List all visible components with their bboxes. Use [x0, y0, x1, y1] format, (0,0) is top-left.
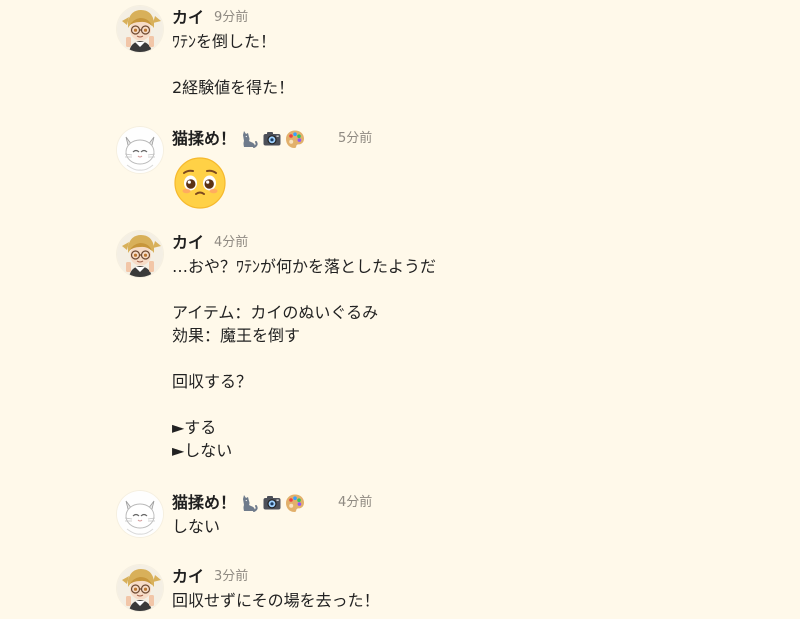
message-body: 猫揉め！ 4分前 しない: [172, 491, 757, 538]
timestamp: 4分前: [214, 235, 249, 250]
author-name[interactable]: 猫揉め！: [172, 491, 236, 515]
author-name[interactable]: カイ: [172, 565, 204, 589]
message-body: カイ 4分前 …おや？ﾜﾃﾝが何かを落としたようだ アイテム：カイのぬいぐるみ …: [172, 231, 757, 462]
timestamp: 4分前: [338, 495, 373, 510]
text-line: [172, 347, 757, 370]
message-meta: 猫揉め！ 5分前: [172, 127, 757, 151]
text-line: 効果：魔王を倒す: [172, 326, 301, 345]
author-name[interactable]: カイ: [172, 6, 204, 30]
avatar[interactable]: [117, 127, 163, 173]
avatar[interactable]: [117, 6, 163, 52]
avatar-image: [117, 491, 163, 537]
avatar[interactable]: [117, 491, 163, 537]
text-line: [172, 278, 757, 301]
user-badges: [238, 128, 307, 150]
message-body: 猫揉め！ 5分前: [172, 127, 757, 211]
pleading-face-icon: [172, 155, 228, 211]
text-line: ►しない: [172, 441, 233, 460]
avatar-image: [117, 6, 163, 52]
message-text: しない: [172, 515, 757, 538]
author-name[interactable]: 猫揉め！: [172, 127, 236, 151]
text-line: [172, 53, 757, 76]
timestamp: 5分前: [338, 131, 373, 146]
avatar[interactable]: [117, 231, 163, 277]
message-meta: 猫揉め！ 4分前: [172, 491, 757, 515]
text-line: ﾜﾃﾝを倒した！: [172, 32, 277, 51]
message-meta: カイ 4分前: [172, 231, 757, 255]
camera-icon: [261, 492, 283, 514]
avatar-image: [117, 127, 163, 173]
cat-icon: [238, 128, 260, 150]
text-line: アイテム：カイのぬいぐるみ: [172, 303, 379, 322]
avatar-image: [117, 565, 163, 611]
author-name[interactable]: カイ: [172, 231, 204, 255]
palette-icon: [284, 128, 306, 150]
avatar[interactable]: [117, 565, 163, 611]
palette-icon: [284, 492, 306, 514]
message-meta: カイ 9分前: [172, 6, 757, 30]
camera-icon: [261, 128, 283, 150]
timestamp: 3分前: [214, 569, 249, 584]
message-text: 回収せずにその場を去った！: [172, 589, 757, 612]
chat-window: { "messages": [ { "author": "カイ", "time"…: [0, 0, 800, 619]
message-text: …おや？ﾜﾃﾝが何かを落としたようだ アイテム：カイのぬいぐるみ 効果：魔王を倒…: [172, 255, 757, 462]
timestamp: 9分前: [214, 10, 249, 25]
message-body: カイ 9分前 ﾜﾃﾝを倒した！ 2経験値を得た！: [172, 6, 757, 99]
message-text: ﾜﾃﾝを倒した！ 2経験値を得た！: [172, 30, 757, 99]
text-line: ►する: [172, 418, 217, 437]
text-line: [172, 393, 757, 416]
text-line: 回収する？: [172, 372, 253, 391]
text-line: しない: [172, 517, 221, 536]
text-line: …おや？ﾜﾃﾝが何かを落としたようだ: [172, 257, 437, 276]
text-line: 回収せずにその場を去った！: [172, 591, 380, 610]
message-body: カイ 3分前 回収せずにその場を去った！: [172, 565, 757, 612]
text-line: 2経験値を得た！: [172, 78, 295, 97]
avatar-image: [117, 231, 163, 277]
cat-icon: [238, 492, 260, 514]
message-meta: カイ 3分前: [172, 565, 757, 589]
user-badges: [238, 492, 307, 514]
